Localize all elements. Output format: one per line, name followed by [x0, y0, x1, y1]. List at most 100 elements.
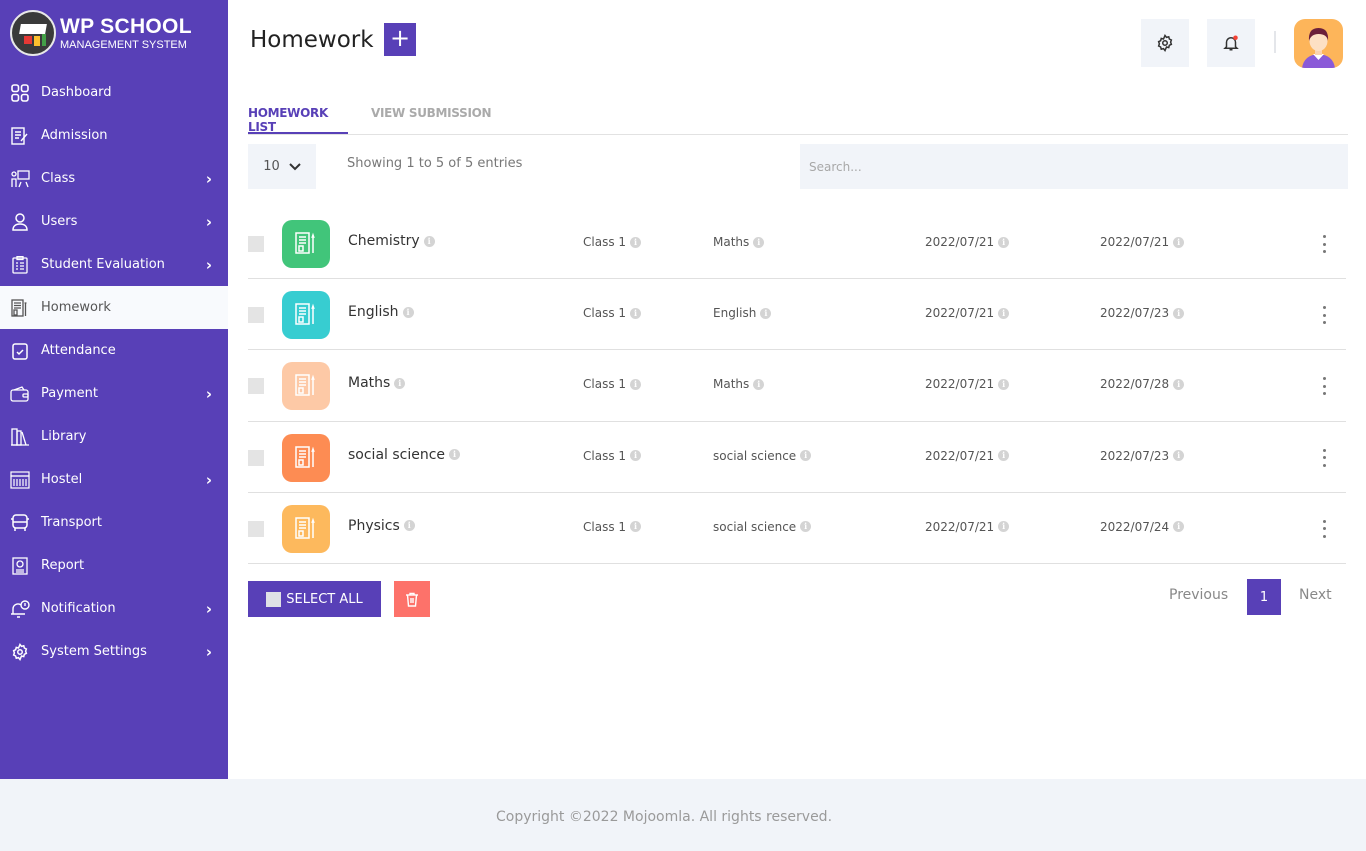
info-icon[interactable]: i: [403, 520, 415, 532]
info-icon[interactable]: i: [630, 378, 642, 390]
sidebar-item-system-settings[interactable]: System Settings ›: [0, 630, 228, 673]
sidebar-item-student-evaluation[interactable]: Student Evaluation ›: [0, 243, 228, 286]
brand-title: WP SCHOOL: [60, 14, 192, 38]
info-icon[interactable]: i: [998, 521, 1010, 533]
pagination-page-1[interactable]: 1: [1247, 579, 1281, 615]
add-homework-button[interactable]: +: [384, 23, 416, 56]
row-checkbox[interactable]: [248, 307, 264, 324]
sidebar-item-transport[interactable]: Transport: [0, 501, 228, 544]
brand-subtitle: MANAGEMENT SYSTEM: [60, 38, 187, 51]
row-actions-menu[interactable]: [1314, 305, 1334, 325]
pagination-previous[interactable]: Previous: [1169, 587, 1228, 603]
info-icon[interactable]: i: [998, 236, 1010, 248]
table-row: Maths i Class 1 i Maths i 2022/07/21 i 2022/07/2…: [248, 350, 1346, 422]
user-avatar[interactable]: [1294, 19, 1343, 68]
info-icon[interactable]: i: [753, 378, 765, 390]
info-icon[interactable]: i: [998, 450, 1010, 462]
page-length-value: 10: [263, 159, 280, 174]
info-icon[interactable]: i: [423, 235, 435, 247]
row-actions-menu[interactable]: [1314, 376, 1334, 396]
gear-icon: [1157, 34, 1173, 52]
homework-notebook-icon: [282, 504, 330, 553]
info-icon[interactable]: i: [800, 450, 812, 462]
chevron-right-icon: ›: [205, 212, 212, 231]
sidebar-item-notification[interactable]: Notification ›: [0, 587, 228, 630]
sidebar-item-class[interactable]: Class ›: [0, 157, 228, 200]
sidebar-item-label: Attendance: [41, 343, 116, 358]
chevron-right-icon: ›: [205, 255, 212, 274]
info-icon[interactable]: i: [630, 521, 642, 533]
info-icon[interactable]: i: [449, 449, 461, 461]
select-all-button[interactable]: SELECT ALL: [248, 581, 381, 617]
homework-class: Class 1i: [583, 235, 642, 249]
homework-subject: Maths i: [713, 235, 765, 249]
info-icon[interactable]: i: [630, 450, 642, 462]
info-icon[interactable]: i: [1173, 378, 1185, 390]
homework-title: Chemistry i: [348, 233, 435, 249]
bus-icon: [10, 513, 30, 533]
sidebar-item-attendance[interactable]: Attendance: [0, 329, 228, 372]
row-checkbox[interactable]: [248, 449, 264, 466]
graduation-cap-logo-icon: [10, 10, 56, 56]
header-divider: [1274, 31, 1276, 53]
sidebar-item-label: Class: [41, 171, 76, 186]
tab-homework-list[interactable]: HOMEWORK LIST: [248, 106, 348, 134]
tab-view-submission[interactable]: VIEW SUBMISSION: [371, 106, 492, 120]
homework-title: social science i: [348, 447, 461, 463]
info-icon[interactable]: i: [998, 378, 1010, 390]
report-icon: [10, 556, 30, 576]
clipboard-icon: [10, 255, 30, 275]
homework-end-date: 2022/07/23 i: [1100, 306, 1185, 320]
homework-end-date: 2022/07/23 i: [1100, 449, 1185, 463]
sidebar-item-hostel[interactable]: Hostel ›: [0, 458, 228, 501]
row-checkbox[interactable]: [248, 378, 264, 395]
info-icon[interactable]: i: [1173, 521, 1185, 533]
chevron-right-icon: ›: [205, 470, 212, 489]
row-checkbox[interactable]: [248, 236, 264, 252]
info-icon[interactable]: i: [1173, 307, 1185, 319]
sidebar-item-users[interactable]: Users ›: [0, 200, 228, 243]
row-actions-menu[interactable]: [1314, 519, 1334, 539]
info-icon[interactable]: i: [630, 307, 642, 319]
sidebar-item-admission[interactable]: Admission: [0, 114, 228, 157]
sidebar-item-report[interactable]: Report: [0, 544, 228, 587]
entries-info: Showing 1 to 5 of 5 entries: [347, 156, 523, 171]
row-actions-menu[interactable]: [1314, 448, 1334, 468]
sidebar-item-label: Homework: [41, 300, 111, 315]
sidebar-item-library[interactable]: Library: [0, 415, 228, 458]
avatar-person-icon: [1302, 28, 1335, 68]
info-icon[interactable]: i: [753, 236, 765, 248]
homework-start-date: 2022/07/21 i: [925, 306, 1010, 320]
info-icon[interactable]: i: [1173, 236, 1185, 248]
pagination-next[interactable]: Next: [1299, 587, 1332, 603]
page-length-select[interactable]: 10: [248, 144, 316, 189]
info-icon[interactable]: i: [1173, 450, 1185, 462]
info-icon[interactable]: i: [800, 521, 812, 533]
tab-bar: HOMEWORK LIST VIEW SUBMISSION: [248, 98, 1348, 135]
table-row: Physics i Class 1 i social science i 2022/07/2…: [248, 493, 1346, 564]
notifications-button[interactable]: [1207, 19, 1255, 67]
row-checkbox[interactable]: [248, 520, 264, 537]
homework-table: Chemistry i Class 1 i Maths i 2022/07/21 i 2022/…: [248, 208, 1346, 564]
info-icon[interactable]: i: [394, 377, 406, 389]
info-icon[interactable]: i: [630, 236, 642, 248]
select-all-label: SELECT ALL: [286, 591, 363, 607]
search-input[interactable]: [800, 144, 1348, 189]
sidebar-item-label: Student Evaluation: [41, 257, 165, 272]
sidebar-item-payment[interactable]: Payment ›: [0, 372, 228, 415]
homework-notebook-icon: [282, 291, 330, 340]
delete-selected-button[interactable]: [394, 581, 430, 617]
homework-notebook-icon: [282, 362, 330, 411]
sidebar-item-label: Notification: [41, 601, 116, 616]
sidebar-item-homework[interactable]: Homework: [0, 286, 228, 329]
info-icon[interactable]: i: [760, 307, 772, 319]
sidebar-item-label: Dashboard: [41, 85, 112, 100]
sidebar-item-dashboard[interactable]: Dashboard: [0, 71, 228, 114]
homework-class: Class 1i: [583, 377, 642, 391]
settings-button[interactable]: [1141, 19, 1189, 67]
info-icon[interactable]: i: [402, 306, 414, 318]
info-icon[interactable]: i: [998, 307, 1010, 319]
sidebar-item-label: Report: [41, 558, 85, 573]
row-actions-menu[interactable]: [1314, 234, 1334, 254]
brand-logo[interactable]: WP SCHOOL MANAGEMENT SYSTEM: [10, 10, 192, 56]
